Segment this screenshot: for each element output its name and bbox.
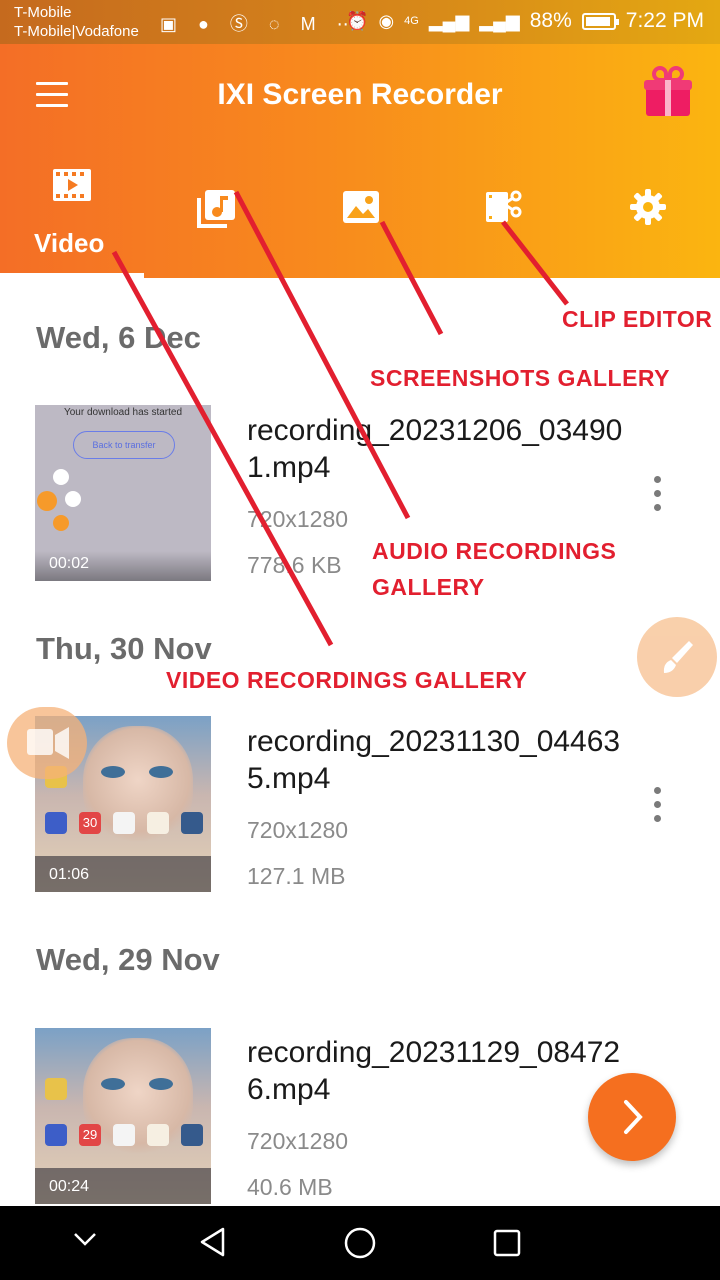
tab-settings[interactable] — [612, 162, 684, 278]
brush-icon — [663, 641, 693, 673]
more-options-icon[interactable] — [654, 476, 662, 518]
annotation-video-gallery: VIDEO RECORDINGS GALLERY — [166, 667, 528, 693]
tab-audio[interactable] — [180, 162, 252, 278]
signal-icon-2: ▂▄▆ — [479, 10, 520, 31]
thumb-text: Your download has started — [63, 407, 183, 418]
video-thumbnail[interactable]: 29 00:24 — [35, 1028, 211, 1204]
tab-clip-editor[interactable] — [468, 162, 540, 278]
alarm-icon: ⏰ — [346, 10, 369, 31]
floating-recorder-bubble[interactable] — [7, 707, 87, 779]
clock: 7:22 PM — [625, 9, 704, 32]
file-size: 778.6 KB — [247, 552, 342, 578]
video-duration: 00:24 — [49, 1178, 90, 1195]
more-options-icon[interactable] — [654, 787, 662, 829]
recordings-list[interactable]: Wed, 6 Dec Your download has started Bac… — [0, 278, 720, 1206]
back-icon[interactable] — [198, 1226, 228, 1258]
carrier-primary: T-Mobile — [14, 4, 72, 21]
file-size: 127.1 MB — [247, 863, 346, 889]
file-size: 40.6 MB — [247, 1174, 333, 1200]
recents-icon[interactable] — [492, 1228, 522, 1258]
video-resolution: 720x1280 — [247, 506, 349, 532]
app-bar: IXI Screen Recorder Video — [0, 44, 720, 278]
chevron-right-icon — [624, 1100, 643, 1134]
clip-scissors-icon — [486, 190, 522, 222]
film-icon — [53, 169, 91, 201]
annotation-audio-gallery-line1: AUDIO RECORDINGS — [372, 538, 617, 564]
signal-icon: ▂▄▆ — [428, 10, 470, 31]
tab-screenshots[interactable] — [324, 162, 396, 278]
date-header: Thu, 30 Nov — [36, 631, 212, 666]
thumb-button: Back to transfer — [73, 431, 175, 459]
video-duration: 00:02 — [49, 555, 90, 572]
battery-icon — [581, 12, 619, 30]
battery-percent: 88% — [529, 9, 572, 32]
network-type: 4G — [404, 15, 419, 27]
calendar-icon: 30 — [79, 812, 101, 834]
music-library-icon — [197, 190, 235, 228]
video-resolution: 720x1280 — [247, 817, 349, 843]
gear-icon — [630, 189, 666, 225]
notification-icons: ▣ ● Ⓢ ◌ M ⋯ — [160, 14, 363, 34]
date-header: Wed, 29 Nov — [36, 942, 220, 977]
home-icon[interactable] — [343, 1226, 377, 1260]
app-title: IXI Screen Recorder — [217, 78, 503, 111]
gift-icon[interactable] — [644, 66, 692, 118]
video-duration: 01:06 — [49, 866, 90, 883]
annotation-clip-editor: CLIP EDITOR — [562, 306, 713, 332]
next-button[interactable] — [588, 1073, 676, 1161]
status-right: ⏰ ◉ 4G ▂▄▆ ▂▄▆ 88% 7:22 PM — [346, 9, 704, 33]
eye-comfort-icon: ◉ — [378, 10, 395, 31]
carrier-secondary: T-Mobile|Vodafone — [14, 23, 139, 40]
status-bar: T-Mobile T-Mobile|Vodafone ▣ ● Ⓢ ◌ M ⋯ ⏰… — [0, 0, 720, 44]
collapse-nav-icon[interactable] — [72, 1230, 98, 1248]
file-name[interactable]: recording_20231130_044635.mp4 — [247, 723, 627, 797]
file-name[interactable]: recording_20231206_034901.mp4 — [247, 412, 627, 486]
brush-button[interactable] — [637, 617, 717, 697]
annotation-audio-gallery-line2: GALLERY — [372, 574, 485, 600]
image-icon — [343, 191, 379, 223]
annotation-screenshots-gallery: SCREENSHOTS GALLERY — [370, 365, 671, 391]
tab-video[interactable]: Video — [0, 162, 144, 278]
video-camera-icon — [27, 727, 69, 759]
file-name[interactable]: recording_20231129_084726.mp4 — [247, 1034, 627, 1108]
video-thumbnail[interactable]: Your download has started Back to transf… — [35, 405, 211, 581]
tab-video-label: Video — [34, 228, 105, 258]
video-resolution: 720x1280 — [247, 1128, 349, 1154]
calendar-icon: 29 — [79, 1124, 101, 1146]
date-header: Wed, 6 Dec — [36, 320, 201, 355]
system-nav-bar — [0, 1206, 720, 1280]
